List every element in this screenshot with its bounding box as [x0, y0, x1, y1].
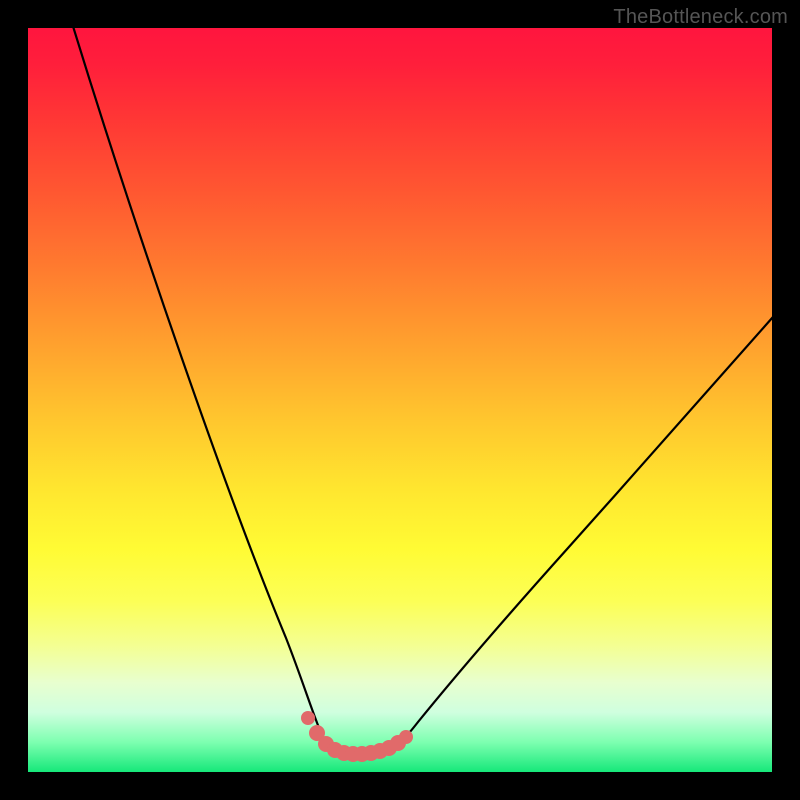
chart-frame: TheBottleneck.com [0, 0, 800, 800]
valley-dot [301, 711, 315, 725]
plot-area [28, 28, 772, 772]
bottleneck-curve [72, 28, 772, 758]
curve-layer [28, 28, 772, 772]
valley-dots-group [301, 711, 413, 762]
valley-dot [399, 730, 413, 744]
watermark-text: TheBottleneck.com [613, 6, 788, 29]
